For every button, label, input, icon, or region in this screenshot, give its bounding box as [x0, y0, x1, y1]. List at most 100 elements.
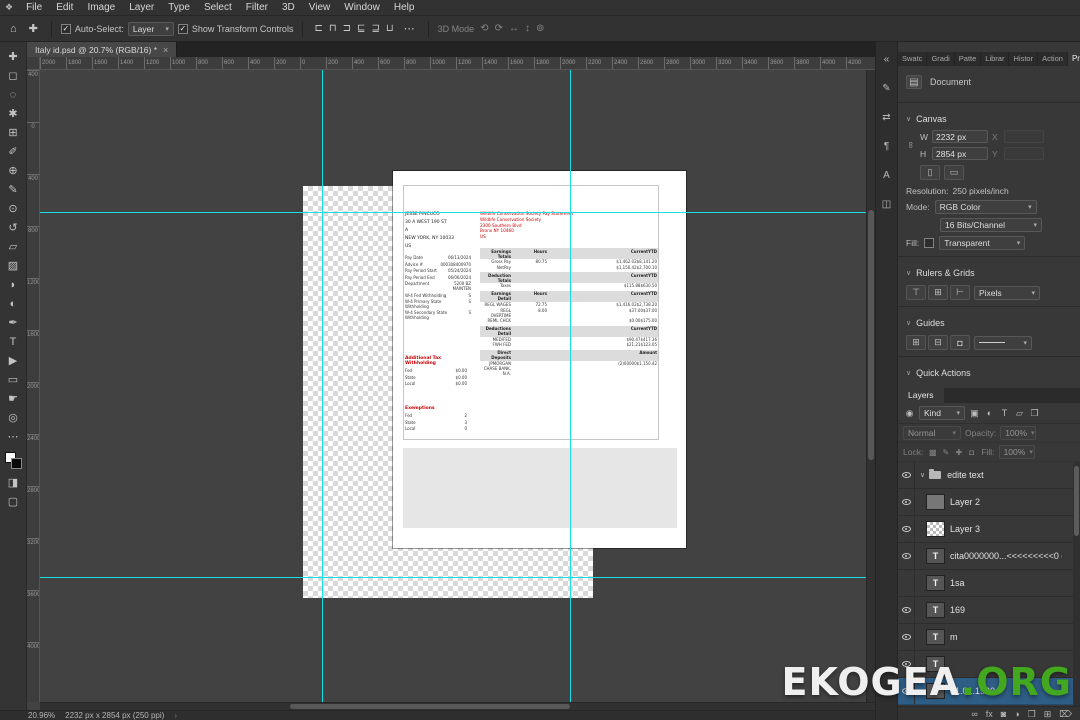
menu-item[interactable]: Help — [387, 0, 422, 15]
menu-item[interactable]: Filter — [239, 0, 275, 15]
filter-shape-layers-icon[interactable]: ▱ — [1013, 408, 1026, 419]
filter-smart-objects-icon[interactable]: ❒ — [1028, 408, 1041, 419]
menu-item[interactable]: Select — [197, 0, 239, 15]
dodge-tool[interactable]: ◐ — [0, 294, 27, 313]
layer-thumbnail[interactable] — [927, 522, 944, 536]
type-tool[interactable]: T — [0, 332, 27, 351]
scrollbar-thumb[interactable] — [868, 210, 874, 460]
toggle-grid-icon[interactable]: ⊞ — [928, 285, 948, 300]
swap-panel-icon[interactable]: ⇄ — [879, 110, 895, 124]
lock-all-icon[interactable]: ◘ — [966, 448, 977, 457]
add-layer-mask-icon[interactable]: ◙ — [1001, 707, 1006, 720]
portrait-orientation-icon[interactable]: ▯ — [920, 165, 940, 180]
filter-kind-select[interactable]: Kind — [919, 406, 965, 420]
panel-tab[interactable]: Patte — [955, 52, 982, 66]
adjustment-layer-icon[interactable]: ◑ — [1014, 707, 1019, 720]
guides-section-header[interactable]: ∨ Guides — [906, 313, 1072, 332]
collapse-panels-icon[interactable]: « — [879, 52, 895, 66]
fill-select[interactable]: Transparent — [939, 236, 1026, 250]
panel-tab[interactable]: Librar — [981, 52, 1010, 66]
auto-select-target-select[interactable]: Layer — [127, 21, 174, 36]
show-transform-controls-checkbox[interactable] — [177, 23, 188, 34]
filter-type-layers-icon[interactable]: T — [998, 408, 1011, 418]
marquee-tool[interactable]: ◻ — [0, 66, 27, 85]
character-panel-icon[interactable]: A — [879, 168, 895, 182]
brush-tool[interactable]: ✎ — [0, 180, 27, 199]
layer-visibility-toggle[interactable] — [898, 624, 915, 650]
zoom-tool[interactable]: ◎ — [0, 408, 27, 427]
lock-position-icon[interactable]: ✚ — [953, 448, 964, 457]
move-tool-preset-icon[interactable]: ✚ — [25, 21, 42, 36]
layer-row[interactable]: 169 — [898, 597, 1080, 624]
zoom-level[interactable]: 20.96% — [28, 711, 55, 720]
lock-transparency-icon[interactable]: ▩ — [927, 448, 938, 457]
new-layer-icon[interactable]: ⊞ — [1044, 707, 1052, 720]
delete-layer-icon[interactable]: ⌦ — [1059, 707, 1072, 720]
scrollbar-thumb[interactable] — [1074, 466, 1079, 536]
layer-row[interactable]: Layer 2 — [898, 489, 1080, 516]
layer-name[interactable]: 169 — [950, 605, 965, 615]
layer-row[interactable]: Layer 3 — [898, 516, 1080, 543]
canvas-section-header[interactable]: ∨ Canvas — [906, 109, 1072, 128]
align-bottom-icon[interactable]: ⊔ — [384, 22, 396, 35]
clone-stamp-tool[interactable]: ⊙ — [0, 199, 27, 218]
panel-tab[interactable]: Histor — [1009, 52, 1039, 66]
landscape-orientation-icon[interactable]: ▭ — [944, 165, 964, 180]
edit-toolbar-icon[interactable]: ⋯ — [0, 427, 27, 446]
layer-thumbnail[interactable] — [927, 549, 944, 563]
auto-select-checkbox[interactable] — [60, 23, 71, 34]
background-color-swatch[interactable] — [10, 458, 22, 469]
layer-visibility-toggle[interactable] — [898, 516, 915, 542]
layer-fill-select[interactable]: 100% — [998, 445, 1035, 459]
clear-guides-icon[interactable]: ⊟ — [928, 335, 948, 350]
3d-scale-icon[interactable]: ⊚ — [534, 22, 546, 35]
document-tab[interactable]: Italy id.psd @ 20.7% (RGB/16) * × — [27, 42, 178, 57]
eraser-tool[interactable]: ▱ — [0, 237, 27, 256]
screen-mode-icon[interactable]: ▢ — [0, 492, 27, 511]
glyphs-panel-icon[interactable]: ◫ — [879, 197, 895, 211]
layer-visibility-toggle[interactable] — [898, 597, 915, 623]
link-dimensions-icon[interactable]: ∞ — [906, 140, 916, 150]
panel-tab[interactable]: Action — [1038, 52, 1068, 66]
layer-name[interactable]: cita0000000...<<<<<<<<<0 d — [950, 551, 1062, 561]
3d-pan-icon[interactable]: ↔ — [507, 22, 521, 35]
align-top-icon[interactable]: ⊑ — [355, 22, 367, 35]
layer-thumbnail[interactable] — [927, 603, 944, 617]
layer-visibility-toggle[interactable] — [898, 570, 915, 596]
layer-row[interactable]: m — [898, 624, 1080, 651]
align-left-icon[interactable]: ⊏ — [312, 22, 324, 35]
more-align-options-icon[interactable]: ⋯ — [400, 21, 419, 36]
blend-mode-select[interactable]: Normal — [903, 426, 961, 440]
menu-item[interactable]: Window — [337, 0, 387, 15]
layer-visibility-toggle[interactable] — [898, 489, 915, 515]
menu-item[interactable]: Layer — [122, 0, 161, 15]
menu-item[interactable]: Type — [161, 0, 197, 15]
canvas-horizontal-scrollbar[interactable] — [40, 702, 875, 710]
close-tab-icon[interactable]: × — [163, 45, 168, 55]
guide-style-select[interactable] — [974, 335, 1032, 350]
layer-name[interactable]: Layer 2 — [950, 497, 980, 507]
layer-thumbnail[interactable] — [927, 576, 944, 590]
layer-name[interactable]: m — [950, 632, 958, 642]
color-mode-select[interactable]: RGB Color — [934, 200, 1037, 214]
home-icon[interactable]: ⌂ — [6, 22, 21, 36]
rulers-grids-section-header[interactable]: ∨ Rulers & Grids — [906, 263, 1072, 282]
pen-tool[interactable]: ✒ — [0, 313, 27, 332]
scrollbar-thumb[interactable] — [290, 704, 570, 709]
vertical-ruler[interactable]: 400 0 400 800 1200 1600 2000 2400 2800 3200 3600 40… — [27, 70, 40, 702]
panel-tab[interactable]: Gradi — [927, 52, 955, 66]
healing-brush-tool[interactable]: ⊕ — [0, 161, 27, 180]
layer-visibility-toggle[interactable] — [898, 543, 915, 569]
menu-item[interactable]: 3D — [275, 0, 302, 15]
lock-guides-icon[interactable]: ◘ — [950, 335, 970, 350]
blur-tool[interactable]: ◗ — [0, 275, 27, 294]
paragraph-panel-icon[interactable]: ¶ — [879, 139, 895, 153]
vertical-guide[interactable] — [570, 70, 571, 702]
resolution-value[interactable]: 250 pixels/inch — [953, 186, 1009, 196]
layer-row[interactable]: 1sa — [898, 570, 1080, 597]
brush-settings-panel-icon[interactable]: ✎ — [879, 81, 895, 95]
color-swatches[interactable] — [4, 452, 22, 469]
layer-name[interactable]: 1sa — [950, 578, 965, 588]
bit-depth-select[interactable]: 16 Bits/Channel — [940, 218, 1042, 232]
shape-tool[interactable]: ▭ — [0, 370, 27, 389]
